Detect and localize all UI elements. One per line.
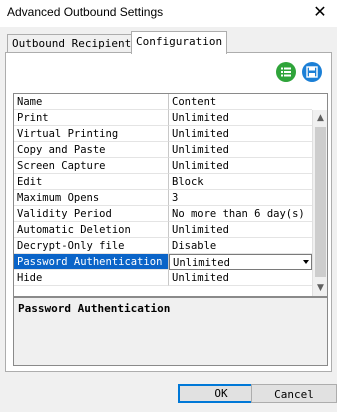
row-name: Decrypt-Only file: [14, 238, 169, 254]
scroll-down-icon[interactable]: ▼: [313, 280, 327, 296]
row-name: Copy and Paste: [14, 142, 169, 158]
close-icon[interactable]: ✕: [309, 2, 331, 22]
table-row-selected[interactable]: Password Authentication Unlimited: [14, 254, 312, 270]
row-content[interactable]: Disable: [169, 238, 312, 254]
row-name: Automatic Deletion: [14, 222, 169, 238]
row-content[interactable]: Unlimited: [169, 222, 312, 238]
row-name: Password Authentication: [14, 254, 169, 270]
row-content[interactable]: Block: [169, 174, 312, 190]
table-row[interactable]: Print Unlimited: [14, 110, 312, 126]
table-row[interactable]: Hide Unlimited: [14, 270, 312, 286]
description-text: Password Authentication: [18, 302, 171, 315]
chevron-down-icon[interactable]: [303, 260, 309, 264]
column-header-content: Content: [169, 94, 312, 110]
list-icon[interactable]: [276, 62, 296, 82]
table-row[interactable]: Automatic Deletion Unlimited: [14, 222, 312, 238]
configuration-panel: Name Content Print Unlimited Virtual Pri…: [5, 52, 332, 372]
settings-table: Name Content Print Unlimited Virtual Pri…: [13, 93, 328, 297]
dropdown-value: Unlimited: [173, 257, 230, 269]
vertical-scrollbar[interactable]: ▲ ▼: [312, 110, 327, 296]
row-name: Screen Capture: [14, 158, 169, 174]
tab-outbound-recipients[interactable]: Outbound Recipients: [7, 34, 143, 53]
row-name: Edit: [14, 174, 169, 190]
window-title: Advanced Outbound Settings: [7, 5, 164, 19]
scroll-up-icon[interactable]: ▲: [313, 110, 327, 126]
table-row[interactable]: Maximum Opens 3: [14, 190, 312, 206]
description-box: Password Authentication: [13, 297, 328, 366]
row-content[interactable]: 3: [169, 190, 312, 206]
save-icon[interactable]: [302, 62, 322, 82]
row-content[interactable]: Unlimited: [169, 142, 312, 158]
row-content[interactable]: No more than 6 day(s): [169, 206, 312, 222]
row-name: Virtual Printing: [14, 126, 169, 142]
tab-configuration[interactable]: Configuration: [131, 31, 228, 54]
content-dropdown[interactable]: Unlimited: [169, 254, 312, 270]
row-name: Maximum Opens: [14, 190, 169, 206]
table-row[interactable]: Copy and Paste Unlimited: [14, 142, 312, 158]
table-row[interactable]: Edit Block: [14, 174, 312, 190]
row-name: Hide: [14, 270, 169, 286]
table-row[interactable]: Decrypt-Only file Disable: [14, 238, 312, 254]
title-bar: Advanced Outbound Settings ✕: [0, 0, 337, 27]
row-content[interactable]: Unlimited: [169, 110, 312, 126]
table-row[interactable]: Virtual Printing Unlimited: [14, 126, 312, 142]
cancel-button[interactable]: Cancel: [251, 384, 337, 403]
scroll-thumb[interactable]: [315, 127, 326, 277]
table-row[interactable]: Validity Period No more than 6 day(s): [14, 206, 312, 222]
row-content[interactable]: Unlimited: [169, 158, 312, 174]
row-content[interactable]: Unlimited: [169, 270, 312, 286]
table-row[interactable]: Screen Capture Unlimited: [14, 158, 312, 174]
row-name: Validity Period: [14, 206, 169, 222]
table-header: Name Content: [14, 94, 312, 110]
row-content[interactable]: Unlimited: [169, 126, 312, 142]
row-name: Print: [14, 110, 169, 126]
column-header-name: Name: [14, 94, 169, 110]
